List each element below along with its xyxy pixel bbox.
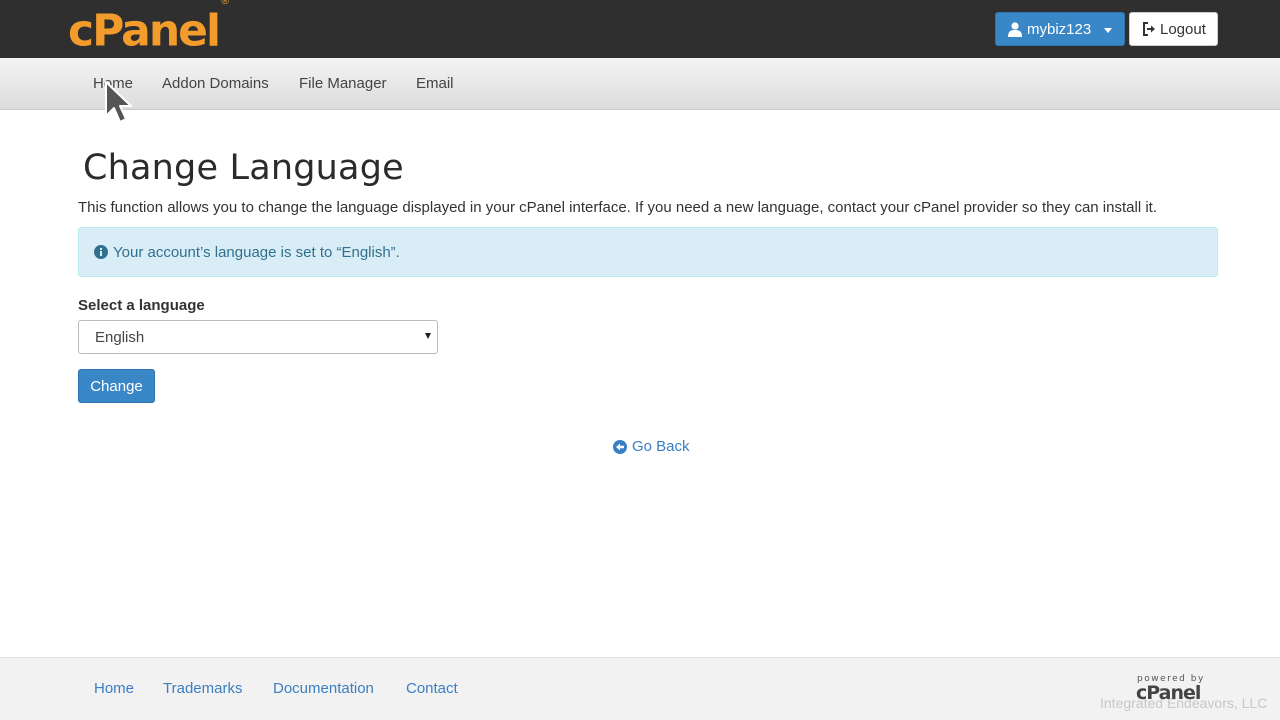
- go-back-label: Go Back: [632, 438, 690, 455]
- user-menu-button[interactable]: mybiz123: [995, 12, 1125, 46]
- footer-link-trademarks[interactable]: Trademarks: [163, 680, 242, 697]
- nav-item-email[interactable]: Email: [416, 75, 454, 92]
- arrow-circle-left-icon: [613, 439, 627, 454]
- powered-by-cpanel-logo: cPanel: [1136, 682, 1201, 704]
- page-title: Change Language: [83, 148, 404, 188]
- main-nav: Home Addon Domains File Manager Email: [0, 58, 1280, 110]
- select-arrow-icon: [425, 333, 431, 339]
- alert-text: Your account’s language is set to “Engli…: [113, 243, 400, 261]
- go-back-link[interactable]: Go Back: [613, 438, 690, 455]
- top-bar: cPanel® mybiz123 Logout: [0, 0, 1280, 58]
- user-icon: [1008, 21, 1022, 37]
- footer-link-home[interactable]: Home: [94, 680, 134, 697]
- language-select[interactable]: English: [78, 320, 438, 354]
- footer-link-documentation[interactable]: Documentation: [273, 680, 374, 697]
- cpanel-logo[interactable]: cPanel®: [68, 0, 230, 55]
- language-select-label: Select a language: [78, 297, 205, 314]
- page-description: This function allows you to change the l…: [78, 199, 1157, 216]
- caret-down-icon: [1104, 28, 1112, 33]
- mouse-cursor-icon: [105, 81, 132, 123]
- info-alert: Your account’s language is set to “Engli…: [78, 227, 1218, 277]
- selected-language: English: [95, 328, 145, 346]
- footer: Home Trademarks Documentation Contact In…: [0, 657, 1280, 720]
- nav-item-addon-domains[interactable]: Addon Domains: [162, 75, 269, 92]
- nav-item-file-manager[interactable]: File Manager: [299, 75, 387, 92]
- footer-link-contact[interactable]: Contact: [406, 680, 458, 697]
- info-icon: [94, 245, 108, 259]
- logout-label: Logout: [1160, 20, 1206, 38]
- logout-button[interactable]: Logout: [1129, 12, 1218, 46]
- user-name: mybiz123: [1027, 20, 1092, 38]
- logout-icon: [1143, 22, 1155, 36]
- registered-mark: ®: [220, 0, 231, 7]
- change-button[interactable]: Change: [78, 369, 155, 403]
- logo-text: cPanel: [68, 5, 221, 57]
